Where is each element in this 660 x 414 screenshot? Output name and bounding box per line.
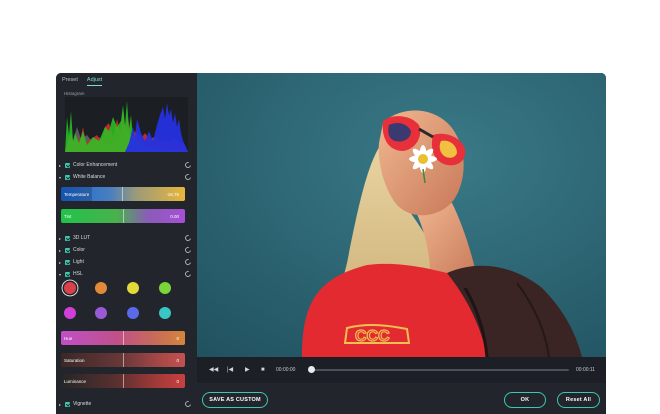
current-time: 00:00:00 — [276, 367, 296, 373]
hue-value: 0 — [176, 335, 179, 341]
hue-knob[interactable] — [123, 331, 124, 345]
tab-preset[interactable]: Preset — [62, 77, 78, 86]
temperature-value: -16.75 — [166, 191, 179, 197]
saturation-slider[interactable]: Saturation 0 — [61, 353, 185, 367]
tint-knob[interactable] — [123, 209, 124, 223]
histogram-label: Histogram — [64, 91, 85, 96]
light-checkbox[interactable] — [65, 259, 70, 265]
vignette-checkbox[interactable] — [65, 401, 70, 407]
svg-text:CCC: CCC — [355, 328, 390, 345]
color-row[interactable]: ▸ Color — [59, 245, 193, 255]
reset-icon[interactable] — [183, 172, 193, 182]
color-correction-window: Preset Adjust Histogram ▸ Color Enhancem… — [56, 73, 606, 414]
hue-slider[interactable]: Hue 0 — [61, 331, 185, 345]
color-label: Color — [73, 247, 85, 253]
tint-slider[interactable]: Tint 0.00 — [61, 209, 185, 223]
temperature-knob[interactable] — [122, 187, 123, 201]
panel-tabs: Preset Adjust — [62, 77, 103, 86]
timeline-track[interactable] — [311, 369, 569, 371]
hsl-swatch[interactable] — [159, 307, 171, 319]
video-preview[interactable]: CCC — [197, 73, 606, 357]
playback-bar: ◀◀ |◀ ▶ ■ 00:00:00 00:00:11 — [197, 357, 606, 383]
playhead-handle[interactable] — [308, 366, 315, 373]
footer-bar: SAVE AS CUSTOM OK Reset All — [197, 383, 606, 414]
hsl-swatch[interactable] — [127, 307, 139, 319]
hsl-swatch[interactable] — [64, 307, 76, 319]
reset-icon[interactable] — [183, 257, 193, 267]
color-enhancement-checkbox[interactable] — [65, 162, 70, 168]
reset-icon[interactable] — [183, 160, 193, 170]
tint-label: Tint — [64, 213, 72, 219]
saturation-label: Saturation — [64, 357, 85, 363]
vignette-label: Vignette — [73, 401, 92, 407]
adjust-panel: Preset Adjust Histogram ▸ Color Enhancem… — [56, 73, 197, 414]
temperature-label: Temperature — [64, 191, 90, 197]
hsl-label: HSL — [73, 271, 83, 277]
previous-frame-icon[interactable]: ◀◀ — [209, 367, 218, 373]
hsl-swatch[interactable] — [64, 282, 76, 294]
step-back-icon[interactable]: |◀ — [227, 367, 233, 373]
white-balance-label: White Balance — [73, 174, 106, 180]
hsl-swatch[interactable] — [159, 282, 171, 294]
total-time: 00:00:11 — [576, 367, 596, 373]
preview-image: CCC — [197, 73, 606, 357]
luminance-knob[interactable] — [123, 374, 124, 388]
saturation-knob[interactable] — [123, 353, 124, 367]
hue-label: Hue — [64, 335, 73, 341]
color-checkbox[interactable] — [65, 247, 70, 253]
hsl-row[interactable]: ▾ HSL — [59, 269, 193, 279]
lut3d-label: 3D LUT — [73, 235, 91, 241]
reset-icon[interactable] — [183, 269, 193, 279]
color-enhancement-row[interactable]: ▸ Color Enhancement — [59, 160, 193, 170]
reset-icon[interactable] — [183, 233, 193, 243]
luminance-slider[interactable]: Luminance 0 — [61, 374, 185, 388]
light-label: Light — [73, 259, 84, 265]
tint-value: 0.00 — [170, 213, 179, 219]
lut3d-row[interactable]: ▸ 3D LUT — [59, 233, 193, 243]
hsl-swatch[interactable] — [95, 307, 107, 319]
ok-button[interactable]: OK — [504, 392, 546, 408]
hsl-checkbox[interactable] — [65, 271, 70, 277]
white-balance-row[interactable]: ▾ White Balance — [59, 172, 193, 182]
color-enhancement-label: Color Enhancement — [73, 162, 118, 168]
histogram — [65, 97, 188, 152]
light-row[interactable]: ▸ Light — [59, 257, 193, 267]
vignette-row[interactable]: ▸ Vignette — [59, 399, 193, 409]
reset-all-button[interactable]: Reset All — [557, 392, 600, 408]
tab-adjust[interactable]: Adjust — [86, 77, 103, 86]
luminance-value: 0 — [176, 378, 179, 384]
play-icon[interactable]: ▶ — [245, 367, 250, 373]
reset-icon[interactable] — [183, 245, 193, 255]
stop-icon[interactable]: ■ — [261, 367, 265, 373]
luminance-label: Luminance — [64, 378, 87, 384]
lut3d-checkbox[interactable] — [65, 235, 70, 241]
save-as-custom-button[interactable]: SAVE AS CUSTOM — [202, 392, 268, 408]
reset-icon[interactable] — [183, 399, 193, 409]
hsl-swatch[interactable] — [95, 282, 107, 294]
white-balance-checkbox[interactable] — [65, 174, 70, 180]
hsl-swatch[interactable] — [127, 282, 139, 294]
saturation-value: 0 — [176, 357, 179, 363]
temperature-slider[interactable]: Temperature -16.75 — [61, 187, 185, 201]
